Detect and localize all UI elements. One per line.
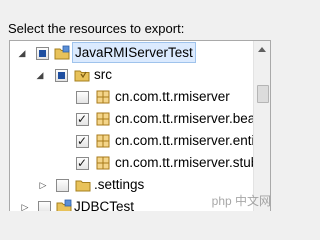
project-label: JDBCTest — [74, 199, 135, 211]
package-icon — [96, 112, 110, 126]
settings-label: .settings — [94, 177, 145, 192]
tree-item-package[interactable]: cn.com.tt.rmiserver.bean — [10, 108, 263, 130]
export-heading: Select the resources to export: — [8, 21, 185, 36]
package-checkbox[interactable] — [76, 91, 89, 104]
package-checkbox[interactable] — [76, 131, 89, 151]
project-label: JavaRMIServerTest — [72, 42, 196, 63]
source-folder-icon — [74, 70, 90, 82]
watermark: php 中文网 — [211, 194, 271, 208]
folder-icon — [75, 180, 91, 192]
scroll-up-arrow-icon[interactable] — [258, 47, 266, 52]
project-checkbox[interactable] — [36, 47, 49, 60]
resource-tree[interactable]: ◢ JavaRMIServerTest ◢ src cn.com.tt.rmis… — [9, 40, 271, 211]
tree-item-package[interactable]: cn.com.tt.rmiserver — [10, 86, 253, 108]
tree-item-package[interactable]: cn.com.tt.rmiserver.stub — [10, 152, 258, 174]
tree-item-project[interactable]: ◢ JavaRMIServerTest — [10, 42, 253, 64]
java-project-folder-icon — [54, 45, 70, 60]
settings-checkbox[interactable] — [56, 179, 69, 192]
src-label: src — [94, 67, 112, 82]
package-checkbox[interactable] — [76, 153, 89, 173]
collapse-arrow-icon[interactable]: ◢ — [17, 48, 27, 58]
package-label: cn.com.tt.rmiserver — [115, 89, 230, 104]
tree-item-package[interactable]: cn.com.tt.rmiserver.entity — [10, 130, 265, 152]
scroll-thumb[interactable] — [257, 85, 269, 103]
src-checkbox[interactable] — [55, 69, 68, 82]
expand-arrow-icon[interactable]: ▷ — [20, 202, 30, 211]
package-label: cn.com.tt.rmiserver.bean — [115, 111, 263, 126]
collapse-arrow-icon[interactable]: ◢ — [35, 70, 45, 80]
vertical-scrollbar[interactable] — [253, 41, 270, 211]
project-checkbox[interactable] — [38, 201, 51, 211]
package-label: cn.com.tt.rmiserver.entity — [115, 133, 266, 148]
expand-arrow-icon[interactable]: ▷ — [38, 180, 48, 190]
package-label: cn.com.tt.rmiserver.stub — [115, 155, 259, 170]
tree-item-src[interactable]: ◢ src — [10, 64, 253, 86]
java-project-folder-icon — [56, 199, 72, 211]
package-icon — [96, 156, 110, 170]
package-icon — [96, 134, 110, 148]
package-checkbox[interactable] — [76, 109, 89, 129]
package-icon — [96, 90, 110, 104]
